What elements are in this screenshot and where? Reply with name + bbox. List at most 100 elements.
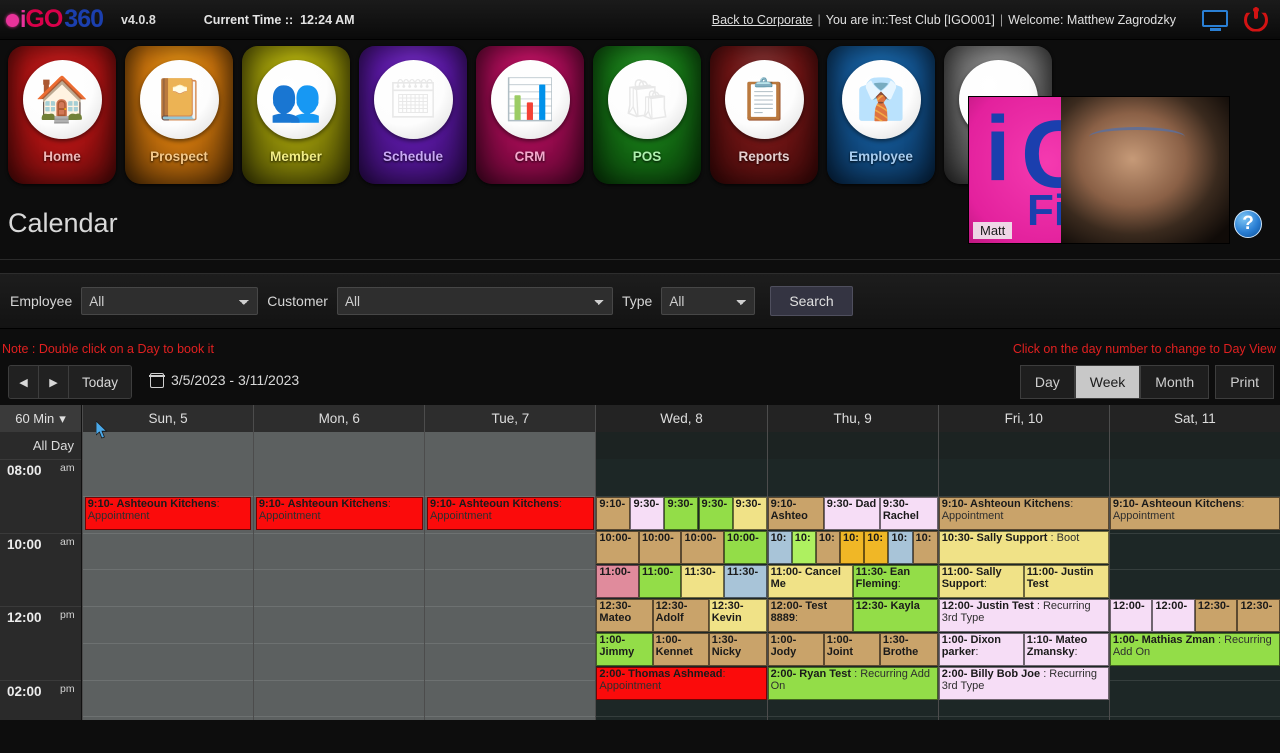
calendar-event[interactable]: 10:30- Sally Support : Boot (939, 531, 1109, 564)
day-header-5[interactable]: Fri, 10 (938, 405, 1109, 432)
nav-tile-reports[interactable]: 📋 Reports (710, 46, 818, 184)
day-column-6[interactable]: 9:10- Ashteoun Kitchens: Appointment 12:0… (1109, 459, 1280, 720)
help-icon[interactable]: ? (1234, 210, 1262, 238)
calendar-event[interactable]: 11:00- Sally Support: (939, 565, 1024, 598)
type-select[interactable]: All (661, 287, 755, 315)
day-header-6[interactable]: Sat, 11 (1109, 405, 1280, 432)
all-day-cell-4[interactable] (767, 432, 938, 459)
calendar-event[interactable]: 9:10- (596, 497, 630, 530)
calendar-event[interactable]: 11:30- (724, 565, 767, 598)
all-day-cell-3[interactable] (595, 432, 766, 459)
calendar-event[interactable]: 11:00- (596, 565, 639, 598)
calendar-event[interactable]: 9:10- Ashteoun Kitchens: Appointment (256, 497, 423, 530)
calendar-event[interactable]: 12:30- Mateo (596, 599, 652, 632)
nav-tile-member[interactable]: 👥 Member (242, 46, 350, 184)
calendar-event[interactable]: 1:30- Brothe (880, 633, 938, 666)
calendar-event[interactable]: 10:00- (724, 531, 767, 564)
calendar-event[interactable]: 9:30- Rachel (880, 497, 938, 530)
calendar-event[interactable]: 9:10- Ashteoun Kitchens: Appointment (939, 497, 1109, 530)
calendar-event[interactable]: 10: (888, 531, 912, 564)
day-column-2[interactable]: 9:10- Ashteoun Kitchens: Appointment (424, 459, 595, 720)
print-button[interactable]: Print (1215, 365, 1274, 399)
nav-tile-employee[interactable]: 👔 Employee (827, 46, 935, 184)
calendar-event[interactable]: 1:00- Jimmy (596, 633, 652, 666)
next-week-button[interactable]: ▶ (39, 366, 69, 398)
calendar-event[interactable]: 10: (864, 531, 888, 564)
search-button[interactable]: Search (770, 286, 852, 316)
day-column-1[interactable]: 9:10- Ashteoun Kitchens: Appointment (253, 459, 424, 720)
calendar-event[interactable]: 11:00- Justin Test (1024, 565, 1109, 598)
calendar-event[interactable]: 10:00- (639, 531, 682, 564)
calendar-event[interactable]: 12:00- Justin Test : Recurring 3rd Type (939, 599, 1109, 632)
calendar-event[interactable]: 10:00- (596, 531, 639, 564)
calendar-event[interactable]: 10: (913, 531, 938, 564)
all-day-cell-2[interactable] (424, 432, 595, 459)
calendar-event[interactable]: 9:10- Ashteo (768, 497, 824, 530)
nav-tile-schedule[interactable]: 🗓 Schedule (359, 46, 467, 184)
calendar-event[interactable]: 2:00- Billy Bob Joe : Recurring 3rd Type (939, 667, 1109, 700)
day-header-4[interactable]: Thu, 9 (767, 405, 938, 432)
employee-select[interactable]: All (81, 287, 258, 315)
all-day-cell-6[interactable] (1109, 432, 1280, 459)
calendar-event[interactable]: 10: (816, 531, 840, 564)
calendar-event[interactable]: 11:00- (639, 565, 682, 598)
calendar-event[interactable]: 12:30- (1237, 599, 1280, 632)
calendar-event[interactable]: 1:10- Mateo Zmansky: (1024, 633, 1109, 666)
nav-tile-crm[interactable]: 📊 CRM (476, 46, 584, 184)
calendar-event[interactable]: 9:30- Dad (824, 497, 880, 530)
calendar-event[interactable]: 10: (792, 531, 816, 564)
nav-tile-pos[interactable]: 🛍 POS (593, 46, 701, 184)
calendar-event[interactable]: 10: (768, 531, 792, 564)
calendar-event[interactable]: 1:00- Kennet (653, 633, 709, 666)
day-column-5[interactable]: 9:10- Ashteoun Kitchens: Appointment10:3… (938, 459, 1109, 720)
view-button-day[interactable]: Day (1020, 365, 1075, 399)
back-to-corporate-link[interactable]: Back to Corporate (712, 13, 813, 27)
calendar-event[interactable]: 12:30- Adolf (653, 599, 709, 632)
calendar-event[interactable]: 9:10- Ashteoun Kitchens: Appointment (427, 497, 594, 530)
calendar-event[interactable]: 10: (840, 531, 864, 564)
calendar-event[interactable]: 12:30- Kayla (853, 599, 938, 632)
today-button[interactable]: Today (69, 366, 131, 398)
calendar-event[interactable]: 2:00- Ryan Test : Recurring Add On (768, 667, 938, 700)
all-day-cell-5[interactable] (938, 432, 1109, 459)
monitor-icon[interactable] (1202, 10, 1228, 29)
calendar-event[interactable]: 12:30- (1195, 599, 1238, 632)
event-time: 9:30- (827, 498, 853, 510)
all-day-cell-1[interactable] (253, 432, 424, 459)
calendar-event[interactable]: 9:30- (630, 497, 664, 530)
calendar-event[interactable]: 1:00- Jody (768, 633, 824, 666)
calendar-event[interactable]: 10:00- (681, 531, 724, 564)
nav-tile-home[interactable]: 🏠 Home (8, 46, 116, 184)
calendar-event[interactable]: 9:10- Ashteoun Kitchens: Appointment (1110, 497, 1280, 530)
calendar-event[interactable]: 11:00- Cancel Me (768, 565, 853, 598)
calendar-event[interactable]: 12:30- Kevin (709, 599, 767, 632)
day-header-1[interactable]: Mon, 6 (253, 405, 424, 432)
calendar-event[interactable]: 9:30- (699, 497, 733, 530)
day-column-4[interactable]: 9:10- Ashteo9:30- Dad9:30- Rachel10: 10:… (767, 459, 938, 720)
day-header-2[interactable]: Tue, 7 (424, 405, 595, 432)
video-overlay[interactable]: i G Fi Matt (968, 96, 1230, 244)
calendar-event[interactable]: 9:10- Ashteoun Kitchens: Appointment (85, 497, 252, 530)
calendar-event[interactable]: 12:00- Test 8889: (768, 599, 853, 632)
nav-tile-prospect[interactable]: 📔 Prospect (125, 46, 233, 184)
view-button-week[interactable]: Week (1075, 365, 1141, 399)
prev-week-button[interactable]: ◀ (9, 366, 39, 398)
calendar-event[interactable]: 9:30- (733, 497, 767, 530)
power-icon[interactable] (1244, 8, 1268, 32)
calendar-event[interactable]: 1:00- Dixon parker: (939, 633, 1024, 666)
calendar-event[interactable]: 2:00- Thomas Ashmead: Appointment (596, 667, 766, 700)
view-button-month[interactable]: Month (1140, 365, 1209, 399)
day-header-3[interactable]: Wed, 8 (595, 405, 766, 432)
calendar-event[interactable]: 11:30- Ean Fleming: (853, 565, 938, 598)
interval-select[interactable]: 60 Min ▾ (0, 405, 82, 432)
day-column-0[interactable]: 9:10- Ashteoun Kitchens: Appointment (82, 459, 253, 720)
day-column-3[interactable]: 9:10- 9:30- 9:30- 9:30- 9:30- 10:00- 10:… (595, 459, 766, 720)
calendar-event[interactable]: 1:30- Nicky (709, 633, 767, 666)
calendar-event[interactable]: 11:30- (681, 565, 724, 598)
calendar-event[interactable]: 1:00- Joint (824, 633, 880, 666)
calendar-event[interactable]: 9:30- (664, 497, 698, 530)
calendar-event[interactable]: 12:00- (1152, 599, 1195, 632)
calendar-event[interactable]: 12:00- (1110, 599, 1153, 632)
calendar-event[interactable]: 1:00- Mathias Zman : Recurring Add On (1110, 633, 1280, 666)
customer-select[interactable]: All (337, 287, 613, 315)
